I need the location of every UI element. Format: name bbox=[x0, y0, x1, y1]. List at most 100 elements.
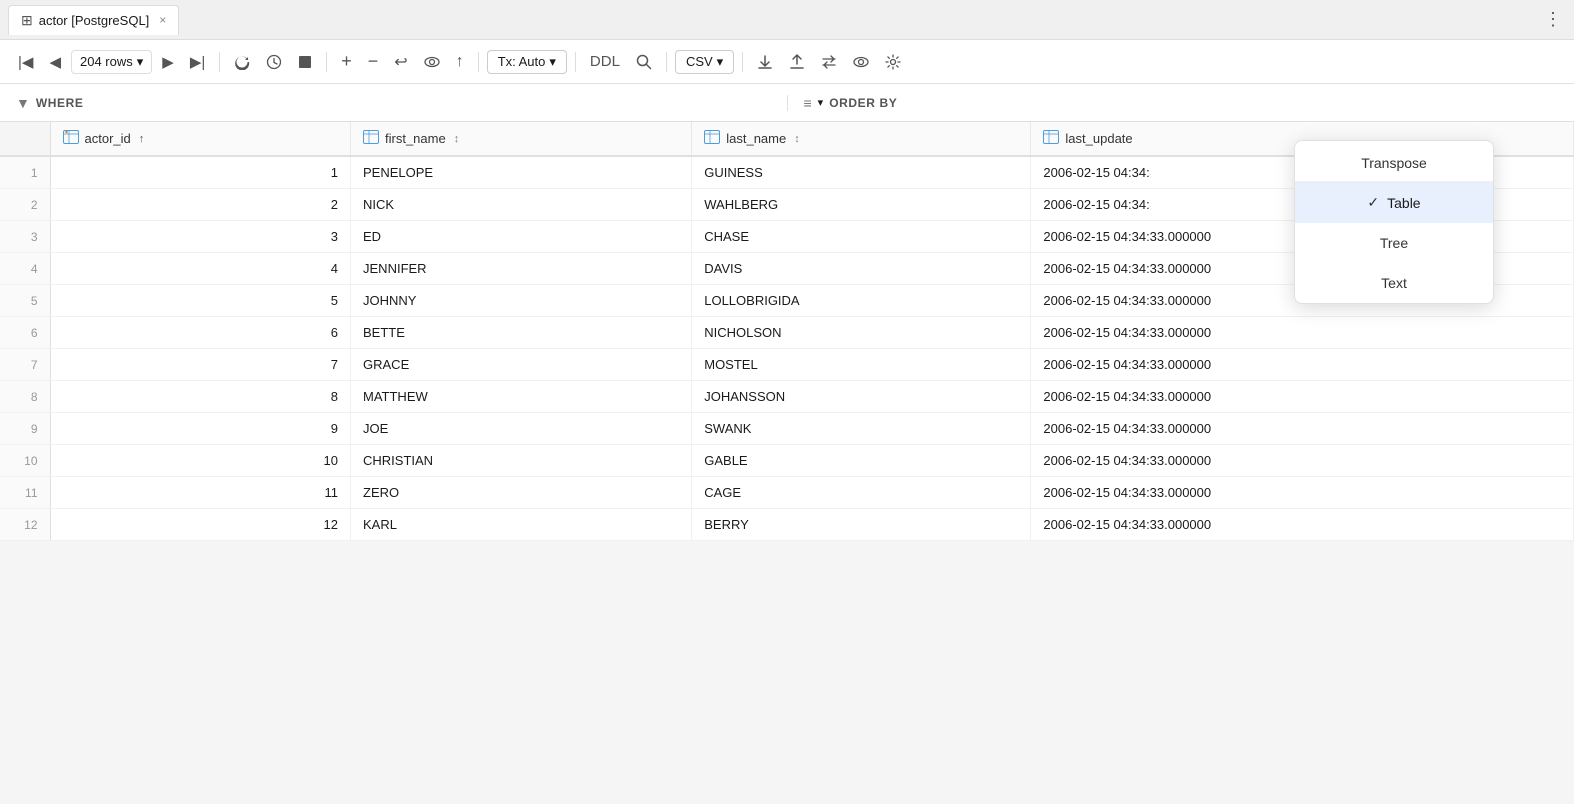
export-button[interactable] bbox=[783, 50, 811, 74]
last-update-cell: 2006-02-15 04:34:33.000000 bbox=[1031, 509, 1574, 541]
transpose-text-item[interactable]: Text bbox=[1295, 263, 1493, 303]
row-num-cell: 1 bbox=[0, 156, 50, 189]
add-row-button[interactable]: + bbox=[335, 47, 358, 76]
transpose-title: Transpose bbox=[1295, 141, 1493, 182]
download-button[interactable] bbox=[751, 50, 779, 74]
history-button[interactable] bbox=[260, 50, 288, 74]
actor-id-cell: 9 bbox=[50, 413, 351, 445]
divider-6 bbox=[742, 52, 743, 72]
rows-label: 204 rows bbox=[80, 54, 133, 69]
first-name-cell: ZERO bbox=[351, 477, 692, 509]
last-name-cell: CHASE bbox=[692, 221, 1031, 253]
remove-row-button[interactable]: − bbox=[362, 47, 385, 76]
upload-button[interactable]: ↑ bbox=[450, 49, 470, 75]
row-num-cell: 2 bbox=[0, 189, 50, 221]
last-name-cell: GUINESS bbox=[692, 156, 1031, 189]
table-row[interactable]: 11 11 ZERO CAGE 2006-02-15 04:34:33.0000… bbox=[0, 477, 1574, 509]
table-row[interactable]: 6 6 BETTE NICHOLSON 2006-02-15 04:34:33.… bbox=[0, 317, 1574, 349]
last-update-cell: 2006-02-15 04:34:33.000000 bbox=[1031, 413, 1574, 445]
table-row[interactable]: 9 9 JOE SWANK 2006-02-15 04:34:33.000000 bbox=[0, 413, 1574, 445]
last-update-cell: 2006-02-15 04:34:33.000000 bbox=[1031, 381, 1574, 413]
refresh-icon bbox=[234, 54, 250, 70]
actor-id-cell: 8 bbox=[50, 381, 351, 413]
last-update-cell: 2006-02-15 04:34:33.000000 bbox=[1031, 477, 1574, 509]
actor-id-cell: 6 bbox=[50, 317, 351, 349]
table-row[interactable]: 8 8 MATTHEW JOHANSSON 2006-02-15 04:34:3… bbox=[0, 381, 1574, 413]
actor-id-cell: 12 bbox=[50, 509, 351, 541]
transpose-text-label: Text bbox=[1381, 275, 1407, 291]
ddl-button[interactable]: DDL bbox=[584, 49, 626, 74]
where-filter[interactable]: ▼ WHERE bbox=[0, 95, 788, 111]
last-name-cell: MOSTEL bbox=[692, 349, 1031, 381]
row-num-cell: 10 bbox=[0, 445, 50, 477]
view-button[interactable] bbox=[418, 50, 446, 74]
actor-id-cell: 1 bbox=[50, 156, 351, 189]
tx-chevron-icon: ▾ bbox=[549, 54, 556, 70]
order-arrow-icon: ▾ bbox=[818, 96, 824, 109]
row-num-cell: 5 bbox=[0, 285, 50, 317]
tab-close-button[interactable]: × bbox=[159, 13, 166, 27]
stop-button[interactable] bbox=[292, 51, 318, 73]
first-name-cell: ED bbox=[351, 221, 692, 253]
actor-id-cell: 2 bbox=[50, 189, 351, 221]
last-name-cell: GABLE bbox=[692, 445, 1031, 477]
actor-id-cell: 10 bbox=[50, 445, 351, 477]
transpose-tree-item[interactable]: Tree bbox=[1295, 223, 1493, 263]
first-name-cell: JENNIFER bbox=[351, 253, 692, 285]
first-name-cell: KARL bbox=[351, 509, 692, 541]
nav-next-button[interactable]: ▶ bbox=[156, 49, 180, 75]
nav-last-button[interactable]: ▶| bbox=[184, 49, 211, 75]
history-icon bbox=[266, 54, 282, 70]
search-icon bbox=[636, 54, 652, 70]
first-name-cell: PENELOPE bbox=[351, 156, 692, 189]
col-header-last-name[interactable]: last_name ↕ bbox=[692, 122, 1031, 156]
filter-funnel-icon: ▼ bbox=[16, 95, 30, 111]
transfer-button[interactable] bbox=[815, 50, 843, 74]
actor-id-col-icon bbox=[63, 130, 79, 147]
csv-select[interactable]: CSV ▾ bbox=[675, 50, 734, 74]
divider-1 bbox=[219, 52, 220, 72]
refresh-button[interactable] bbox=[228, 50, 256, 74]
row-num-cell: 8 bbox=[0, 381, 50, 413]
transpose-table-item[interactable]: ✓ Table bbox=[1295, 182, 1493, 223]
first-name-sort-icon: ↕ bbox=[454, 133, 460, 145]
last-name-cell: NICHOLSON bbox=[692, 317, 1031, 349]
search-button[interactable] bbox=[630, 50, 658, 74]
table-row[interactable]: 7 7 GRACE MOSTEL 2006-02-15 04:34:33.000… bbox=[0, 349, 1574, 381]
nav-prev-button[interactable]: ◀ bbox=[43, 49, 67, 75]
preview-icon bbox=[853, 54, 869, 70]
rows-select[interactable]: 204 rows ▾ bbox=[71, 50, 152, 74]
settings-icon bbox=[885, 54, 901, 70]
last-name-col-icon bbox=[704, 130, 720, 147]
more-options-button[interactable]: ⋮ bbox=[1540, 5, 1566, 34]
divider-4 bbox=[575, 52, 576, 72]
divider-5 bbox=[666, 52, 667, 72]
row-num-cell: 7 bbox=[0, 349, 50, 381]
undo-button[interactable]: ↩ bbox=[388, 48, 413, 76]
row-number-header bbox=[0, 122, 50, 156]
orderby-label: ORDER BY bbox=[829, 96, 897, 110]
preview-button[interactable] bbox=[847, 50, 875, 74]
actor-tab[interactable]: ⊞ actor [PostgreSQL] × bbox=[8, 5, 179, 35]
download-icon bbox=[757, 54, 773, 70]
orderby-filter[interactable]: ≡ ▾ ORDER BY bbox=[788, 95, 1574, 111]
divider-3 bbox=[478, 52, 479, 72]
transpose-tree-label: Tree bbox=[1380, 235, 1408, 251]
divider-2 bbox=[326, 52, 327, 72]
col-header-first-name[interactable]: first_name ↕ bbox=[351, 122, 692, 156]
settings-button[interactable] bbox=[879, 50, 907, 74]
row-num-cell: 6 bbox=[0, 317, 50, 349]
last-update-col-label: last_update bbox=[1065, 131, 1132, 146]
transfer-icon bbox=[821, 54, 837, 70]
col-header-actor-id[interactable]: actor_id ↑ bbox=[50, 122, 351, 156]
row-num-cell: 12 bbox=[0, 509, 50, 541]
table-icon: ⊞ bbox=[21, 12, 33, 29]
first-name-col-label: first_name bbox=[385, 131, 446, 146]
first-name-col-icon bbox=[363, 130, 379, 147]
tx-select[interactable]: Tx: Auto ▾ bbox=[487, 50, 567, 74]
first-name-cell: JOHNNY bbox=[351, 285, 692, 317]
nav-first-button[interactable]: |◀ bbox=[12, 49, 39, 75]
table-row[interactable]: 10 10 CHRISTIAN GABLE 2006-02-15 04:34:3… bbox=[0, 445, 1574, 477]
table-row[interactable]: 12 12 KARL BERRY 2006-02-15 04:34:33.000… bbox=[0, 509, 1574, 541]
last-name-cell: WAHLBERG bbox=[692, 189, 1031, 221]
